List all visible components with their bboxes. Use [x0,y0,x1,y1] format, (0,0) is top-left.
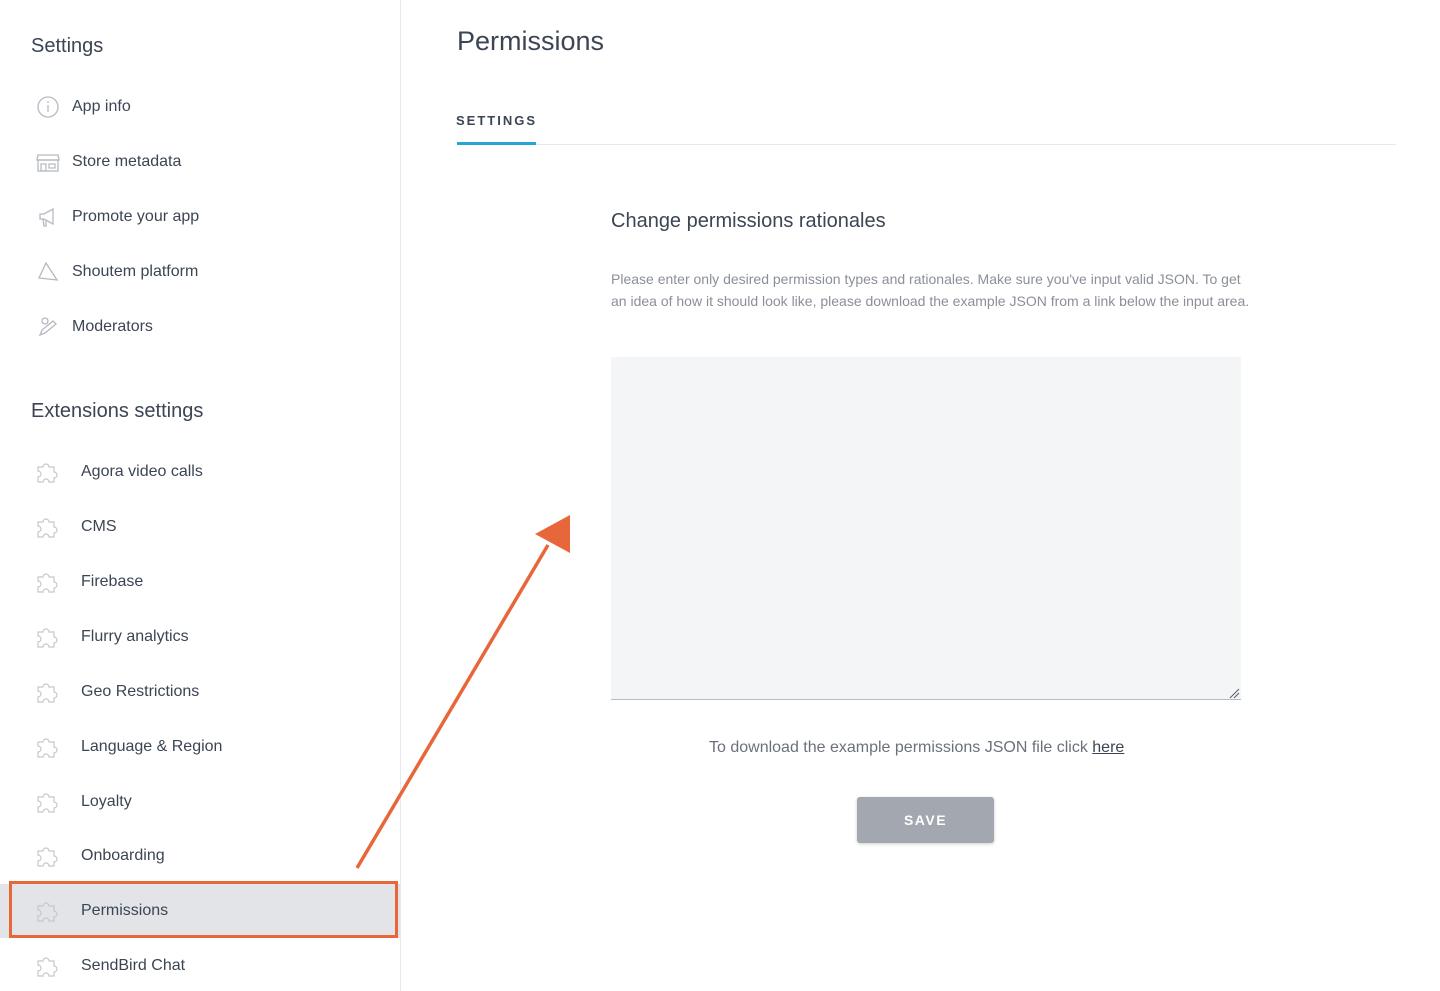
tab-bar: SETTINGS [456,96,1396,145]
download-note: To download the example permissions JSON… [709,739,1124,757]
sidebar-item-sendbird-chat[interactable]: SendBird Chat [0,939,400,991]
sidebar-item-geo-restrictions[interactable]: Geo Restrictions [0,665,400,719]
sidebar-item-flurry-analytics[interactable]: Flurry analytics [0,610,400,664]
pencil-icon [35,314,61,340]
send-icon [35,259,61,285]
sidebar-item-label: Loyalty [81,793,132,810]
permissions-json-textarea[interactable] [611,357,1241,700]
puzzle-icon [35,459,61,485]
sidebar-item-app-info[interactable]: App info [0,80,400,134]
annotation-arrow-head [535,515,570,553]
sidebar-item-label: Onboarding [81,847,165,864]
sidebar-item-label: Store metadata [72,153,182,170]
active-tab-indicator [457,142,536,145]
puzzle-icon [35,514,61,540]
description-text: Please enter only desired permission typ… [611,271,1250,309]
puzzle-icon [35,953,61,979]
sidebar-item-agora-video-calls[interactable]: Agora video calls [0,445,400,499]
sidebar-item-label: Promote your app [72,208,200,225]
sidebar-item-shoutem-platform[interactable]: Shoutem platform [0,245,400,299]
info-icon [35,94,61,120]
sidebar-item-onboarding[interactable]: Onboarding [0,829,400,883]
sidebar-item-promote-your-app[interactable]: Promote your app [0,190,400,244]
section-title: Change permissions rationales [611,210,886,232]
sidebar-item-language-region[interactable]: Language & Region [0,720,400,774]
sidebar-item-label: App info [72,98,131,115]
save-button[interactable]: SAVE [857,797,994,843]
sidebar-item-permissions[interactable]: Permissions [0,884,400,938]
sidebar-item-label: Flurry analytics [81,628,189,645]
page-title: Permissions [457,26,605,56]
puzzle-icon [35,898,61,924]
sidebar-item-label: Geo Restrictions [81,683,200,700]
sidebar-item-label: CMS [81,518,117,535]
megaphone-icon [35,204,61,230]
download-note-text: To download the example permissions JSON… [709,739,1093,756]
sidebar-item-label: Firebase [81,573,144,590]
sidebar-item-label: Agora video calls [81,463,203,480]
settings-heading: Settings [31,35,104,57]
sidebar-item-store-metadata[interactable]: Store metadata [0,135,400,189]
resize-handle-icon[interactable] [1228,687,1240,699]
settings-sidebar: Settings App info Store metadata Promote… [0,0,401,991]
sidebar-item-firebase[interactable]: Firebase [0,555,400,609]
sidebar-item-cms[interactable]: CMS [0,500,400,554]
puzzle-icon [35,624,61,650]
sidebar-item-label: Moderators [72,318,153,335]
download-example-link[interactable]: here [1092,739,1124,756]
sidebar-item-loyalty[interactable]: Loyalty [0,775,400,829]
sidebar-item-label: Language & Region [81,738,223,755]
puzzle-icon [35,843,61,869]
puzzle-icon [35,789,61,815]
sidebar-item-label: Permissions [81,902,169,919]
puzzle-icon [35,569,61,595]
sidebar-item-label: SendBird Chat [81,957,186,974]
puzzle-icon [35,734,61,760]
extensions-heading: Extensions settings [31,400,204,422]
tab-settings[interactable]: SETTINGS [456,96,536,144]
store-icon [35,149,61,175]
puzzle-icon [35,679,61,705]
sidebar-item-label: Shoutem platform [72,263,199,280]
sidebar-item-moderators[interactable]: Moderators [0,300,400,354]
